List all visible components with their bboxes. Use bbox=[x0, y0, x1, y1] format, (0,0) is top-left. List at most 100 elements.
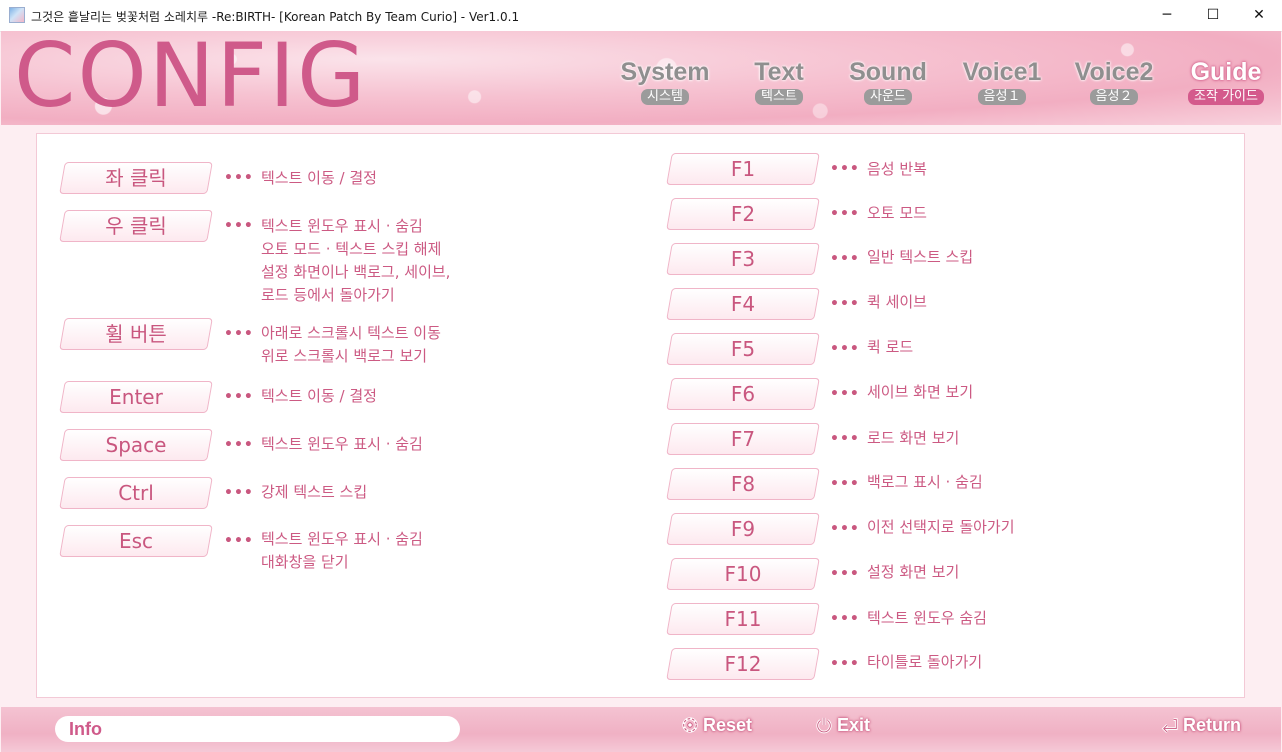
key-label: Esc bbox=[118, 529, 154, 553]
dots-separator: ••• bbox=[830, 206, 860, 222]
guide-panel: 좌 클릭 ••• 텍스트 이동 / 결정 우 클릭 ••• 텍스트 윈도우 표시… bbox=[36, 133, 1245, 698]
description-line: 아래로 스크롤시 텍스트 이동 bbox=[261, 324, 441, 342]
exit-label: Exit bbox=[837, 715, 871, 735]
dots-separator: ••• bbox=[830, 296, 860, 312]
key-label: Enter bbox=[109, 385, 163, 409]
guide-description: 타이틀로 돌아가기 bbox=[867, 653, 983, 671]
close-button[interactable]: ✕ bbox=[1236, 0, 1282, 31]
key-label: F2 bbox=[730, 202, 756, 226]
dots-separator: ••• bbox=[830, 656, 860, 672]
reset-label: Reset bbox=[703, 715, 753, 735]
tab-text-label: Text bbox=[754, 58, 804, 86]
dots-separator: ••• bbox=[830, 476, 860, 492]
tab-text[interactable]: Text 텍스트 bbox=[741, 59, 817, 105]
return-button[interactable]: Return bbox=[1161, 715, 1241, 736]
tab-voice1-label: Voice1 bbox=[962, 58, 1042, 86]
tab-system-label: System bbox=[620, 58, 710, 86]
description-line: 텍스트 이동 / 결정 bbox=[261, 169, 377, 187]
guide-description: 이전 선택지로 돌아가기 bbox=[867, 518, 1015, 536]
power-icon bbox=[816, 717, 832, 734]
dots-separator: ••• bbox=[224, 485, 254, 501]
page-title: CONFIG bbox=[14, 31, 368, 125]
guide-description: 퀵 로드 bbox=[867, 338, 914, 356]
key-label: 좌 클릭 bbox=[105, 166, 167, 190]
minimize-button[interactable]: ─ bbox=[1144, 0, 1190, 31]
guide-description: 텍스트 이동 / 결정 bbox=[261, 167, 377, 190]
guide-description: 텍스트 윈도우 표시 · 숨김 대화창을 닫기 bbox=[261, 528, 423, 574]
tab-system[interactable]: System 시스템 bbox=[619, 59, 711, 105]
reset-button[interactable]: Reset bbox=[681, 715, 752, 736]
guide-description: 텍스트 윈도우 표시 · 숨김 오토 모드 · 텍스트 스킵 해제 설정 화면이… bbox=[261, 215, 450, 307]
guide-description: 퀵 세이브 bbox=[867, 293, 927, 311]
description-line: 대화창을 닫기 bbox=[261, 553, 349, 571]
exit-button[interactable]: Exit bbox=[815, 715, 870, 736]
return-arrow-icon bbox=[1161, 718, 1178, 734]
window-title: 그것은 흩날리는 벚꽃처럼 소레치루 -Re:BIRTH- [Korean Pa… bbox=[31, 10, 520, 24]
description-line: 텍스트 윈도우 표시 · 숨김 bbox=[261, 217, 423, 235]
dots-separator: ••• bbox=[830, 386, 860, 402]
guide-description: 설정 화면 보기 bbox=[867, 563, 960, 581]
description-line: 강제 텍스트 스킵 bbox=[261, 483, 368, 501]
dots-separator: ••• bbox=[830, 251, 860, 267]
app-icon bbox=[9, 7, 25, 23]
info-bar: Info bbox=[55, 716, 460, 742]
guide-description: 음성 반복 bbox=[867, 160, 927, 178]
key-label: F10 bbox=[724, 562, 762, 586]
description-line: 위로 스크롤시 백로그 보기 bbox=[261, 347, 428, 365]
description-line: 텍스트 윈도우 표시 · 숨김 bbox=[261, 435, 423, 453]
maximize-button[interactable]: ☐ bbox=[1190, 0, 1236, 31]
dots-separator: ••• bbox=[224, 389, 254, 405]
key-label: F5 bbox=[730, 337, 756, 361]
key-label: F7 bbox=[730, 427, 756, 451]
dots-separator: ••• bbox=[830, 611, 860, 627]
guide-description: 강제 텍스트 스킵 bbox=[261, 481, 367, 504]
dots-separator: ••• bbox=[830, 431, 860, 447]
description-line: 오토 모드 · 텍스트 스킵 해제 bbox=[261, 240, 442, 258]
tab-voice1-sublabel: 음성１ bbox=[977, 89, 1027, 105]
dots-separator: ••• bbox=[830, 341, 860, 357]
tab-guide-label: Guide bbox=[1190, 58, 1262, 86]
dots-separator: ••• bbox=[830, 161, 860, 177]
key-label: Space bbox=[105, 433, 167, 457]
description-line: 텍스트 윈도우 표시 · 숨김 bbox=[261, 530, 423, 548]
dots-separator: ••• bbox=[224, 218, 254, 234]
tab-sound[interactable]: Sound 사운드 bbox=[845, 59, 931, 105]
key-label: F11 bbox=[724, 607, 762, 631]
key-label: F3 bbox=[730, 247, 756, 271]
return-label: Return bbox=[1183, 715, 1241, 735]
key-label: F12 bbox=[724, 652, 762, 676]
guide-description: 오토 모드 bbox=[867, 204, 927, 222]
guide-description: 아래로 스크롤시 텍스트 이동 위로 스크롤시 백로그 보기 bbox=[261, 322, 441, 368]
key-label: 우 클릭 bbox=[105, 214, 167, 238]
guide-description: 로드 화면 보기 bbox=[867, 429, 960, 447]
description-line: 설정 화면이나 백로그, 세이브, bbox=[261, 263, 451, 281]
guide-description: 일반 텍스트 스킵 bbox=[867, 248, 974, 266]
description-line: 로드 등에서 돌아가기 bbox=[261, 286, 395, 304]
key-label: 휠 버튼 bbox=[105, 322, 167, 346]
key-label: Ctrl bbox=[118, 481, 154, 505]
key-label: F6 bbox=[730, 382, 756, 406]
key-label: F1 bbox=[730, 157, 756, 181]
dots-separator: ••• bbox=[830, 521, 860, 537]
dots-separator: ••• bbox=[224, 170, 254, 186]
guide-description: 텍스트 윈도우 숨김 bbox=[867, 609, 987, 627]
dots-separator: ••• bbox=[224, 437, 254, 453]
tab-sound-sublabel: 사운드 bbox=[864, 89, 912, 105]
gear-icon bbox=[682, 717, 698, 733]
dots-separator: ••• bbox=[224, 326, 254, 342]
tab-voice2-label: Voice2 bbox=[1074, 58, 1154, 86]
tab-guide[interactable]: Guide 조작 가이드 bbox=[1181, 59, 1271, 105]
guide-description: 텍스트 윈도우 표시 · 숨김 bbox=[261, 433, 423, 456]
tab-voice2-sublabel: 음성２ bbox=[1089, 89, 1139, 105]
tab-voice1[interactable]: Voice1 음성１ bbox=[957, 59, 1047, 105]
key-label: F8 bbox=[730, 472, 756, 496]
key-label: F4 bbox=[730, 292, 756, 316]
dots-separator: ••• bbox=[224, 533, 254, 549]
guide-description: 백로그 표시 · 숨김 bbox=[867, 473, 983, 491]
footer-bar: Info Reset Exit Return bbox=[1, 707, 1281, 752]
tab-voice2[interactable]: Voice2 음성２ bbox=[1069, 59, 1159, 105]
dots-separator: ••• bbox=[830, 566, 860, 582]
tab-sound-label: Sound bbox=[849, 58, 927, 86]
tab-text-sublabel: 텍스트 bbox=[755, 89, 803, 105]
guide-description: 세이브 화면 보기 bbox=[867, 383, 974, 401]
